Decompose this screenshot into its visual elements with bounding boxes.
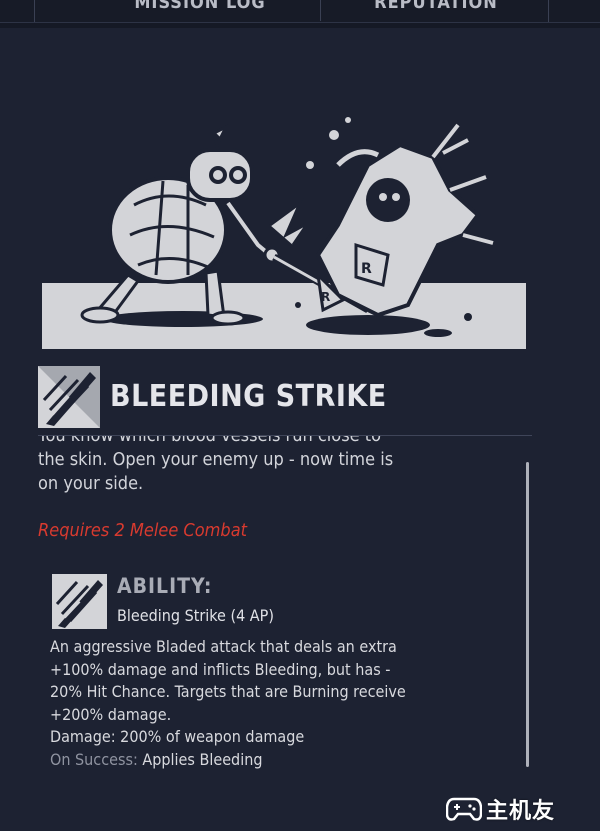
skill-requirement: Requires 2 Melee Combat [38, 520, 247, 541]
skill-header: BLEEDING STRIKE [38, 366, 532, 428]
tab-mission-log[interactable]: MISSION LOG [120, 0, 280, 21]
on-success-label: On Success: [50, 749, 138, 769]
ability-damage: Damage: 200% of weapon damage [50, 727, 305, 746]
on-success-value: Applies Bleeding [142, 749, 263, 769]
skill-description: You know which blood vessels run close t… [38, 436, 518, 514]
tab-divider [548, 0, 549, 22]
svg-text:R: R [361, 261, 372, 277]
panel-top-edge [0, 23, 600, 28]
ability-text-line: An aggressive Bladed attack that deals a… [50, 637, 397, 656]
ability-text-line: +100% damage and inflicts Bleeding, but … [50, 659, 391, 679]
description-line: You know which blood vessels run close t… [38, 436, 518, 448]
tab-divider [34, 0, 35, 22]
ability-on-success: On Success: Applies Bleeding [50, 749, 520, 772]
description-line: the skin. Open your enemy up - now time … [38, 449, 394, 470]
description-line: on your side. [38, 473, 144, 494]
ability-text-line: +200% damage. [50, 704, 172, 724]
scrollbar[interactable] [526, 462, 529, 767]
slash-blade-icon [52, 574, 107, 629]
skill-illustration: R R [42, 117, 526, 349]
watermark: 主机友 [446, 790, 596, 826]
tab-reputation[interactable]: REPUTATION [320, 0, 551, 21]
gamepad-icon [446, 797, 482, 821]
skill-title: BLEEDING STRIKE [110, 379, 387, 414]
ability-name: Bleeding Strike (4 AP) [117, 606, 274, 625]
slash-blade-icon [38, 366, 100, 428]
top-tab-bar: MISSION LOG REPUTATION [0, 0, 600, 23]
ability-label: ABILITY: [117, 574, 213, 598]
svg-text:R: R [321, 290, 330, 304]
watermark-text: 主机友 [486, 799, 556, 824]
ability-description: An aggressive Bladed attack that deals a… [50, 636, 520, 771]
ability-text-line: 20% Hit Chance. Targets that are Burning… [50, 682, 406, 701]
